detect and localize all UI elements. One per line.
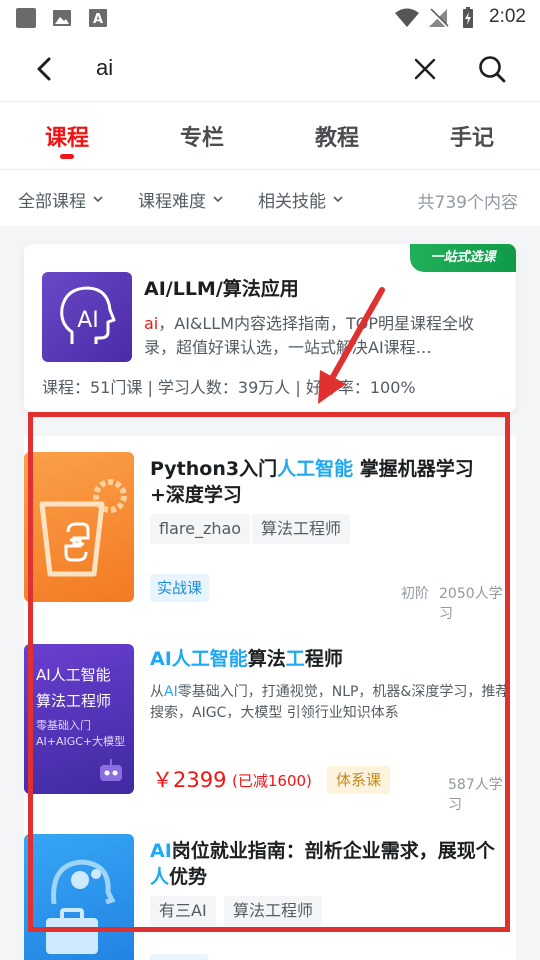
chevron-down-icon (213, 196, 223, 203)
featured-desc-text: ，AI&LLM内容选择指南，TOP明星课程全收录，超值好课认选，一站式解决AI课… (144, 314, 475, 357)
title-highlight: 人 (150, 866, 170, 888)
filter-skills[interactable]: 相关技能 (258, 187, 344, 212)
title-highlight: 工 (285, 648, 305, 670)
course-title: Python3入门人工智能 掌握机器学习+深度学习 (150, 456, 500, 508)
career-head-icon (46, 859, 116, 954)
search-input[interactable]: ai (96, 55, 113, 81)
ai-head-logo: AI (42, 272, 132, 362)
robot-icon (100, 759, 122, 781)
title-part: 优势 (169, 866, 208, 888)
chevron-down-icon (333, 196, 343, 203)
course-item[interactable]: Python3入门人工智能 掌握机器学习+深度学习 flare_zhao 算法工… (24, 436, 516, 624)
filter-bar: 全部课程 课程难度 相关技能 共739个内容 (0, 170, 540, 226)
title-part: 算法 (247, 648, 286, 670)
close-icon[interactable] (410, 54, 440, 84)
tag-skill: 算法工程师 (252, 514, 351, 544)
course-type-badge-partial (150, 954, 208, 960)
tab-tutorials[interactable]: 教程 (297, 120, 377, 152)
back-arrow-icon[interactable] (30, 54, 60, 84)
course-type-badge: 体系课 (327, 766, 391, 794)
tag-author: 有三AI (150, 896, 216, 926)
title-part: 岗位就业指南：剖析企业需求，展现个 (171, 840, 495, 862)
tag-skill: 算法工程师 (224, 896, 323, 926)
featured-stats: 课程：51门课 | 学习人数：39万人 | 好评率：100% (42, 378, 416, 397)
svg-text:A: A (93, 12, 103, 27)
filter-label: 全部课程 (18, 192, 86, 212)
course-type-badge: 实战课 (150, 574, 210, 602)
course-thumbnail (24, 834, 134, 960)
course-discount: (已减1600) (232, 772, 312, 790)
course-item[interactable]: AI岗位就业指南：剖析企业需求，展现个人优势 有三AI 算法工程师 (24, 814, 516, 960)
app-notification-icon (16, 8, 36, 28)
filter-all-courses[interactable]: 全部课程 (18, 187, 104, 212)
svg-text:AI: AI (77, 308, 99, 333)
no-signal-icon (429, 8, 449, 28)
title-part: 程师 (304, 648, 343, 670)
learner-count: 2050人学习 (439, 586, 503, 622)
status-bar: A 2:02 (0, 0, 540, 36)
active-tab-indicator (60, 154, 74, 159)
search-icon[interactable] (476, 53, 508, 85)
thumb-line: AI+AIGC+大模型 (36, 735, 126, 748)
featured-description: ai，AI&LLM内容选择指南，TOP明星课程全收录，超值好课认选，一站式解决A… (144, 312, 499, 360)
title-highlight: AI (150, 840, 172, 862)
course-title: AI人工智能算法工程师 (150, 646, 500, 672)
tab-columns[interactable]: 专栏 (162, 120, 242, 152)
learner-count: 587人学习 (448, 777, 503, 813)
tag-author: flare_zhao (150, 514, 251, 544)
search-bar: ai (0, 36, 540, 102)
thumb-line: 算法工程师 (36, 692, 112, 710)
one-stop-badge: 一站式选课 (410, 244, 516, 272)
thumb-title: AI人工智能 算法工程师 (36, 662, 111, 714)
result-count: 共739个内容 (417, 193, 518, 213)
course-description: 从AI零基础入门，打通视觉，NLP，机器&深度学习，推荐搜索，AIGC，大模型 … (150, 682, 516, 724)
featured-title: AI/LLM/算法应用 (144, 278, 299, 300)
ai-head-icon: AI (60, 286, 116, 344)
thumb-line: AI人工智能 (36, 666, 111, 684)
text-a-icon: A (89, 9, 107, 27)
filter-label: 相关技能 (258, 192, 326, 212)
image-icon (53, 10, 71, 26)
filter-difficulty[interactable]: 课程难度 (138, 187, 224, 212)
python-box-icon (39, 479, 127, 577)
course-thumbnail (24, 452, 134, 602)
desc-part: 零基础入门，打通视觉，NLP，机器&深度学习，推荐搜索，AIGC，大模型 引领行… (150, 684, 510, 721)
desc-part: 从 (150, 684, 164, 700)
course-thumbnail: AI人工智能 算法工程师 零基础入门 AI+AIGC+大模型 (24, 644, 134, 794)
category-tabs: 课程 专栏 教程 手记 (0, 102, 540, 170)
wifi-icon (395, 8, 419, 27)
course-title: AI岗位就业指南：剖析企业需求，展现个人优势 (150, 838, 500, 890)
filter-label: 课程难度 (138, 192, 206, 212)
course-level: 初阶 (401, 586, 429, 602)
course-item[interactable]: AI人工智能 算法工程师 零基础入门 AI+AIGC+大模型 AI人工智能算法工程师… (24, 624, 516, 814)
clock: 2:02 (489, 6, 526, 27)
thumb-line: 零基础入门 (36, 719, 91, 732)
tab-courses[interactable]: 课程 (27, 120, 107, 152)
title-part: Python3入门 (150, 458, 278, 480)
battery-charging-icon (463, 7, 473, 28)
thumb-subtitle: 零基础入门 AI+AIGC+大模型 (36, 718, 125, 750)
chevron-down-icon (93, 196, 103, 203)
title-highlight: AI人工智能 (150, 648, 248, 670)
desc-highlight: AI (164, 684, 178, 700)
featured-course-card[interactable]: 一站式选课 AI AI/LLM/算法应用 ai，AI&LLM内容选择指南，TOP… (24, 244, 516, 412)
tab-notes[interactable]: 手记 (432, 120, 512, 152)
course-price: ￥2399 (152, 768, 227, 792)
title-highlight: 人工智能 (277, 458, 354, 480)
query-highlight: ai (144, 314, 159, 333)
